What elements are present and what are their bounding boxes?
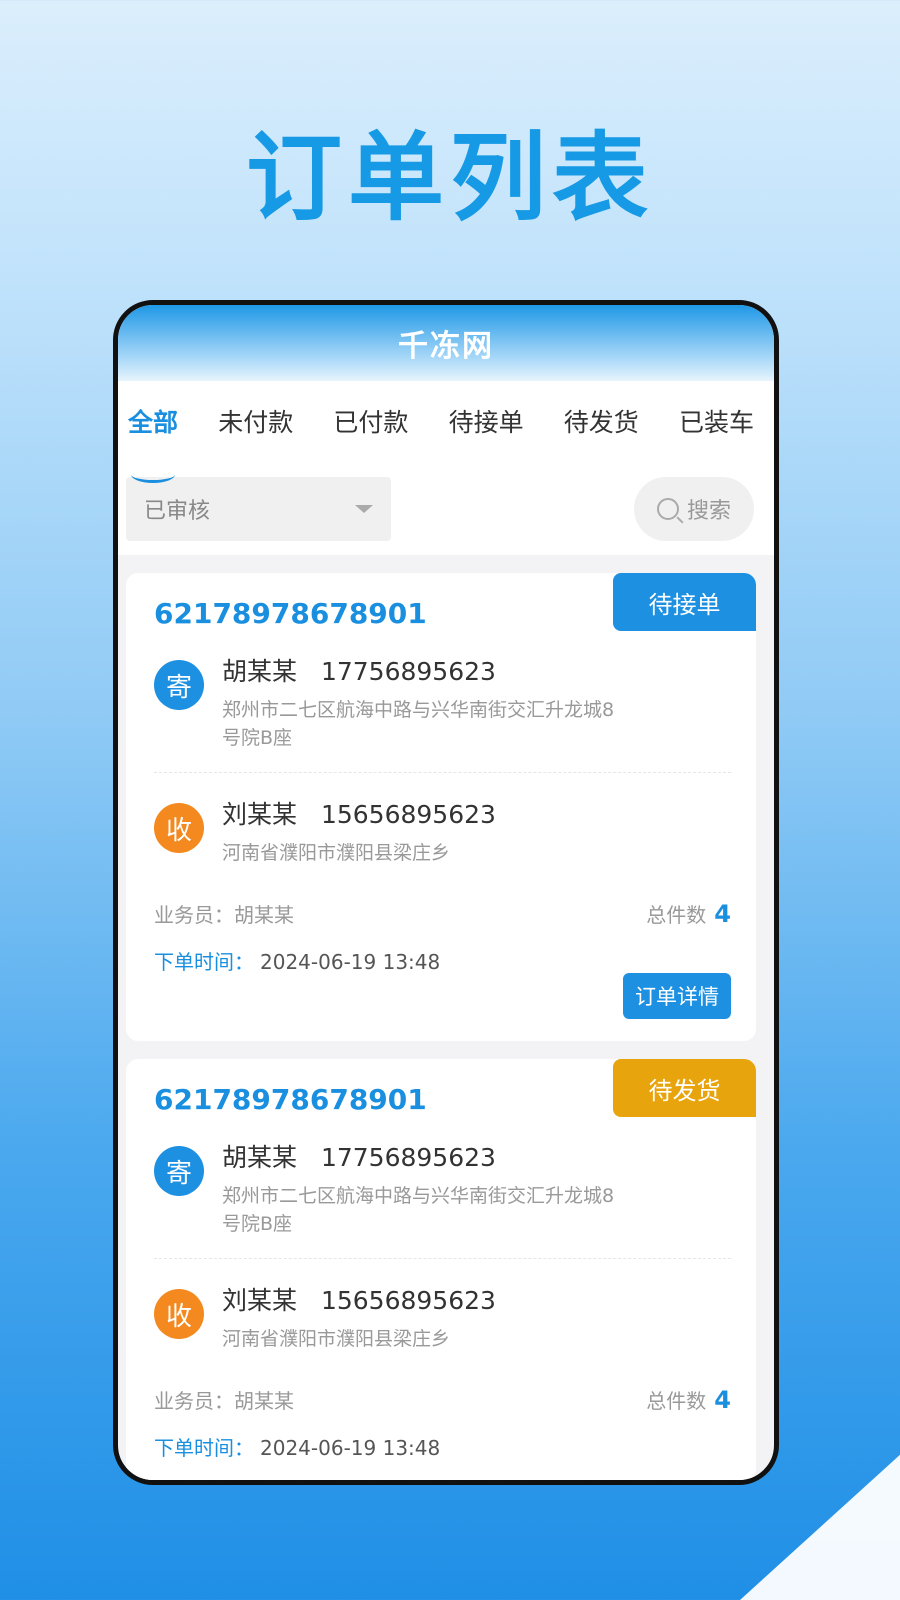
count-value: 4 <box>714 1386 731 1414</box>
sender-address: 郑州市二七区航海中路与兴华南街交汇升龙城8号院B座 <box>222 699 615 749</box>
order-detail-button[interactable]: 订单详情 <box>623 973 731 1019</box>
toolbar: 全部 未付款 已付款 待接单 待发货 已装车 已审核 搜索 <box>118 381 774 555</box>
receiver-address: 河南省濮阳市濮阳县梁庄乡 <box>222 1328 451 1350</box>
review-status-value: 已审核 <box>144 499 211 524</box>
app-header: 千冻网 <box>118 305 774 381</box>
tab-paid[interactable]: 已付款 <box>333 403 408 463</box>
receiver-phone: 15656895623 <box>320 800 496 829</box>
tab-all[interactable]: 全部 <box>128 403 178 483</box>
sender-block: 寄 胡某某 17756895623 郑州市二七区航海中路与兴华南街交汇升龙城8号… <box>154 630 731 752</box>
receiver-name: 刘某某 <box>222 1286 298 1315</box>
sender-name: 胡某某 <box>222 657 298 686</box>
receiver-badge: 收 <box>154 803 204 853</box>
review-status-select[interactable]: 已审核 <box>126 477 391 541</box>
order-time: 2024-06-19 13:48 <box>260 1436 441 1460</box>
tab-pending-accept[interactable]: 待接单 <box>449 403 524 463</box>
tab-pending-ship[interactable]: 待发货 <box>564 403 639 463</box>
order-card[interactable]: 62178978678901 待接单 寄 胡某某 17756895623 郑州市… <box>126 573 756 1041</box>
caret-down-icon <box>355 505 373 513</box>
receiver-block: 收 刘某某 15656895623 河南省濮阳市濮阳县梁庄乡 <box>154 1259 731 1353</box>
status-badge: 待发货 <box>613 1059 756 1117</box>
sender-block: 寄 胡某某 17756895623 郑州市二七区航海中路与兴华南街交汇升龙城8号… <box>154 1116 731 1238</box>
receiver-name: 刘某某 <box>222 800 298 829</box>
tab-loaded[interactable]: 已装车 <box>679 403 754 463</box>
order-list: 62178978678901 待接单 寄 胡某某 17756895623 郑州市… <box>118 555 774 1480</box>
receiver-phone: 15656895623 <box>320 1286 496 1315</box>
app-title: 千冻网 <box>398 329 494 364</box>
order-card[interactable]: 62178978678901 待发货 寄 胡某某 17756895623 郑州市… <box>126 1059 756 1480</box>
status-tabs: 全部 未付款 已付款 待接单 待发货 已装车 <box>118 381 774 483</box>
count-label: 总件数 <box>646 1389 707 1413</box>
search-label: 搜索 <box>686 499 731 524</box>
salesman: 业务员：胡某某 <box>154 903 294 927</box>
tab-unpaid[interactable]: 未付款 <box>218 403 293 463</box>
receiver-badge: 收 <box>154 1289 204 1339</box>
sender-badge: 寄 <box>154 660 204 710</box>
sender-name: 胡某某 <box>222 1143 298 1172</box>
receiver-block: 收 刘某某 15656895623 河南省濮阳市濮阳县梁庄乡 <box>154 773 731 867</box>
filter-row: 已审核 搜索 <box>118 463 774 541</box>
phone-frame: 千冻网 全部 未付款 已付款 待接单 待发货 已装车 已审核 搜索 621789… <box>113 300 779 1485</box>
count-value: 4 <box>714 900 731 928</box>
hero-title: 订单列表 <box>246 122 654 234</box>
sender-address: 郑州市二七区航海中路与兴华南街交汇升龙城8号院B座 <box>222 1185 615 1235</box>
search-button[interactable]: 搜索 <box>634 477 754 541</box>
count-label: 总件数 <box>646 903 707 927</box>
receiver-address: 河南省濮阳市濮阳县梁庄乡 <box>222 842 451 864</box>
status-badge: 待接单 <box>613 573 756 631</box>
sender-phone: 17756895623 <box>320 657 496 686</box>
search-icon <box>656 498 679 520</box>
sender-phone: 17756895623 <box>320 1143 496 1172</box>
salesman: 业务员：胡某某 <box>154 1389 294 1413</box>
order-time-label: 下单时间： <box>154 950 254 974</box>
sender-badge: 寄 <box>154 1146 204 1196</box>
order-time-label: 下单时间： <box>154 1436 254 1460</box>
order-time: 2024-06-19 13:48 <box>260 950 441 974</box>
